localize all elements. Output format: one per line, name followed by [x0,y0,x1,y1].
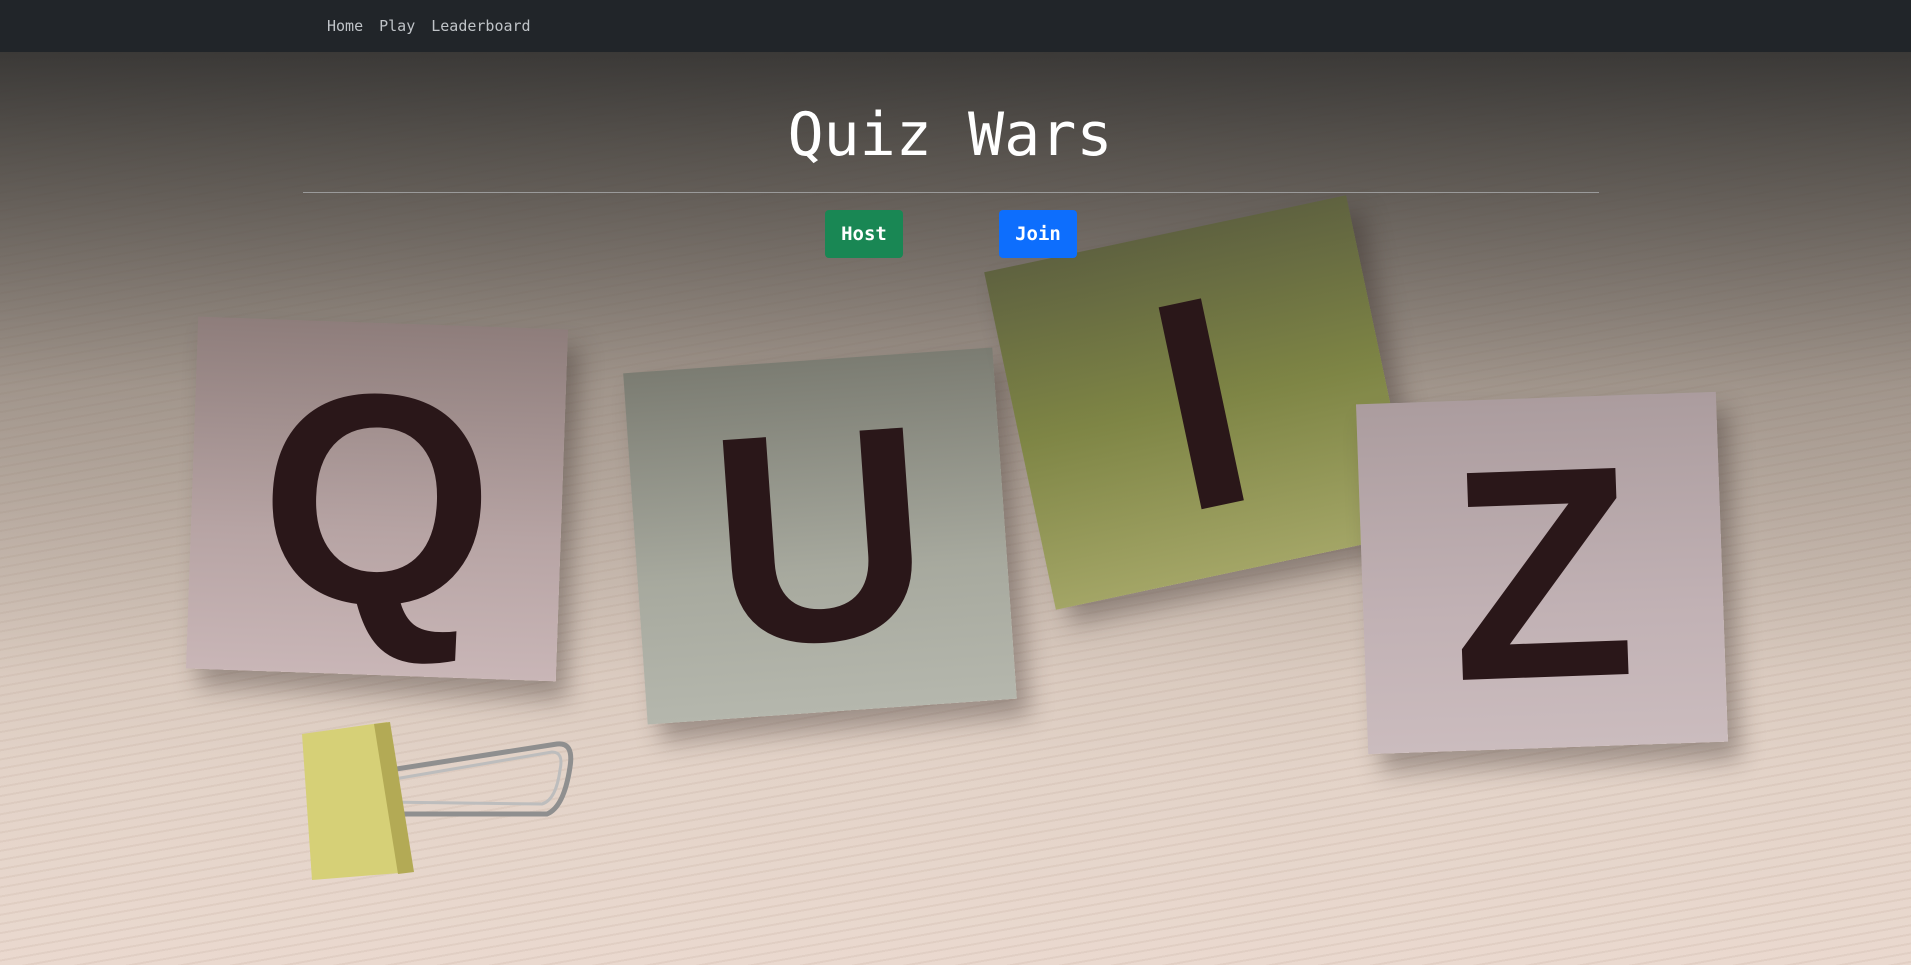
page-title: Quiz Wars [787,100,1113,170]
sticky-note-z: Z [1356,391,1728,755]
join-button[interactable]: Join [999,210,1077,258]
nav-link-home[interactable]: Home [327,17,363,35]
nav-link-play[interactable]: Play [379,17,415,35]
title-divider [303,192,1599,193]
binder-clip-icon [302,722,574,880]
nav-link-leaderboard[interactable]: Leaderboard [431,17,530,35]
sticky-note-u: U [623,347,1017,725]
host-button[interactable]: Host [825,210,903,258]
sticky-note-q: Q [185,316,569,682]
top-navbar: Home Play Leaderboard [0,0,1911,52]
